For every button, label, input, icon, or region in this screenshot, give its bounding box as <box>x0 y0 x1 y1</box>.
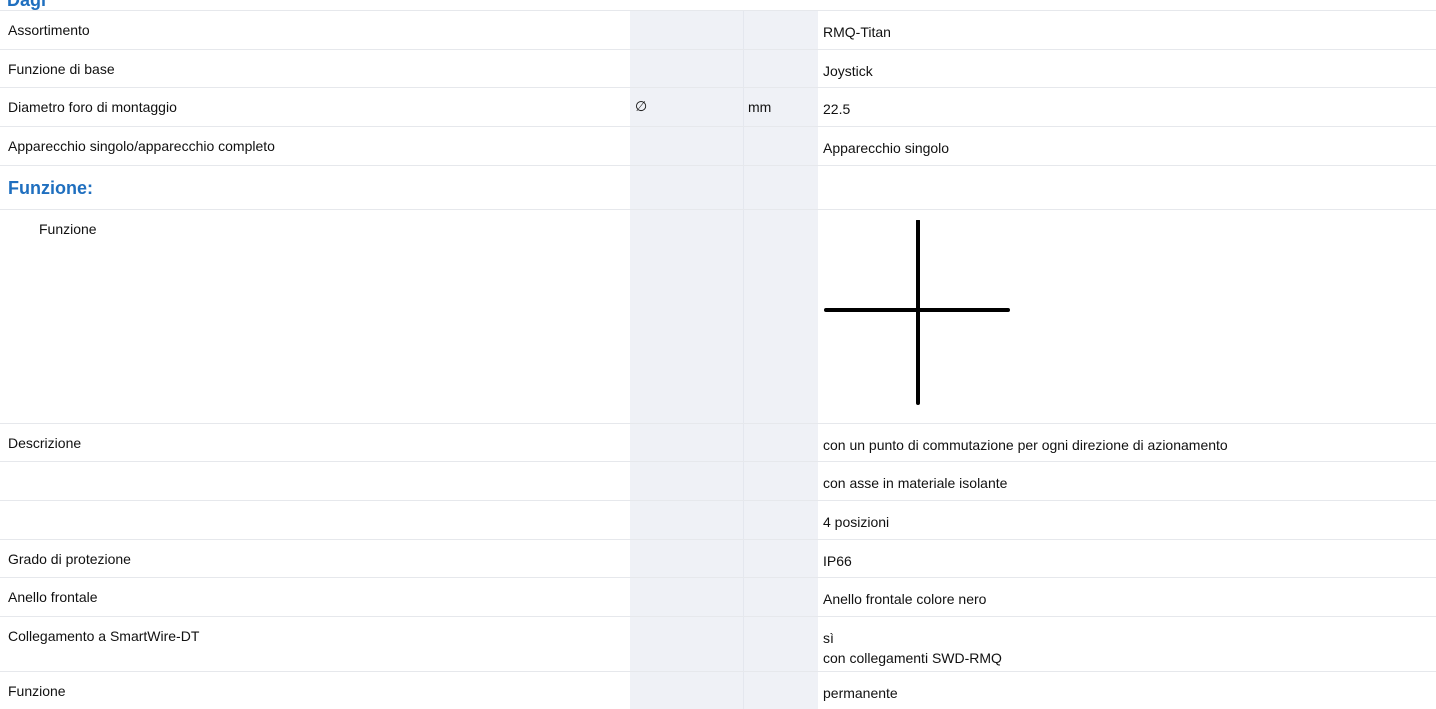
table-row: 4 posizioni <box>0 500 1436 539</box>
table-row: Diametro foro di montaggio ∅ mm 22.5 <box>0 87 1436 126</box>
row-value: 22.5 <box>823 101 851 117</box>
row-label: Assortimento <box>8 22 90 38</box>
row-value: Apparecchio singolo <box>823 140 950 156</box>
diameter-symbol: ∅ <box>635 99 648 115</box>
row-label: Apparecchio singolo/apparecchio completo <box>8 138 275 154</box>
value-line: sì <box>823 630 834 646</box>
row-label: Funzione <box>8 683 66 699</box>
row-label: Anello frontale <box>8 589 98 605</box>
row-label: Funzione <box>39 221 97 237</box>
row-value: permanente <box>823 685 898 701</box>
table-row: Descrizione con un punto di commutazione… <box>0 423 1436 461</box>
unit-label: mm <box>748 99 772 115</box>
row-value: sì con collegamenti SWD-RMQ <box>823 628 1002 668</box>
table-row: Anello frontale Anello frontale colore n… <box>0 577 1436 616</box>
row-label: Grado di protezione <box>8 551 131 567</box>
row-value: Joystick <box>823 63 873 79</box>
table-row: Assortimento RMQ-Titan <box>0 10 1436 49</box>
value-line: con collegamenti SWD-RMQ <box>823 650 1002 666</box>
row-value: Anello frontale colore nero <box>823 591 987 607</box>
table-row: con asse in materiale isolante <box>0 461 1436 500</box>
table-row: Funzione <box>0 209 1436 423</box>
row-value: 4 posizioni <box>823 514 890 530</box>
table-row: Grado di protezione IP66 <box>0 539 1436 577</box>
joystick-cross-symbol-icon <box>823 219 1013 413</box>
row-label: Descrizione <box>8 435 82 451</box>
row-value: con asse in materiale isolante <box>823 475 1008 491</box>
table-row: Apparecchio singolo/apparecchio completo… <box>0 126 1436 165</box>
row-label: Collegamento a SmartWire-DT <box>8 628 200 644</box>
table-row: Collegamento a SmartWire-DT sì con colle… <box>0 616 1436 671</box>
section-row: Funzione: <box>0 165 1436 209</box>
table-row: Funzione di base Joystick <box>0 49 1436 87</box>
spec-table: Assortimento RMQ-Titan Funzione di base … <box>0 10 1436 709</box>
row-label: Diametro foro di montaggio <box>8 99 177 115</box>
table-row: Funzione permanente <box>0 671 1436 709</box>
row-value: con un punto di commutazione per ogni di… <box>823 437 1228 453</box>
row-value: RMQ-Titan <box>823 24 891 40</box>
joystick-cross-svg <box>824 219 1010 405</box>
row-label: Funzione di base <box>8 61 115 77</box>
section-heading-partial: Dagi <box>7 0 47 10</box>
section-title: Funzione: <box>8 178 93 198</box>
row-value: IP66 <box>823 553 852 569</box>
